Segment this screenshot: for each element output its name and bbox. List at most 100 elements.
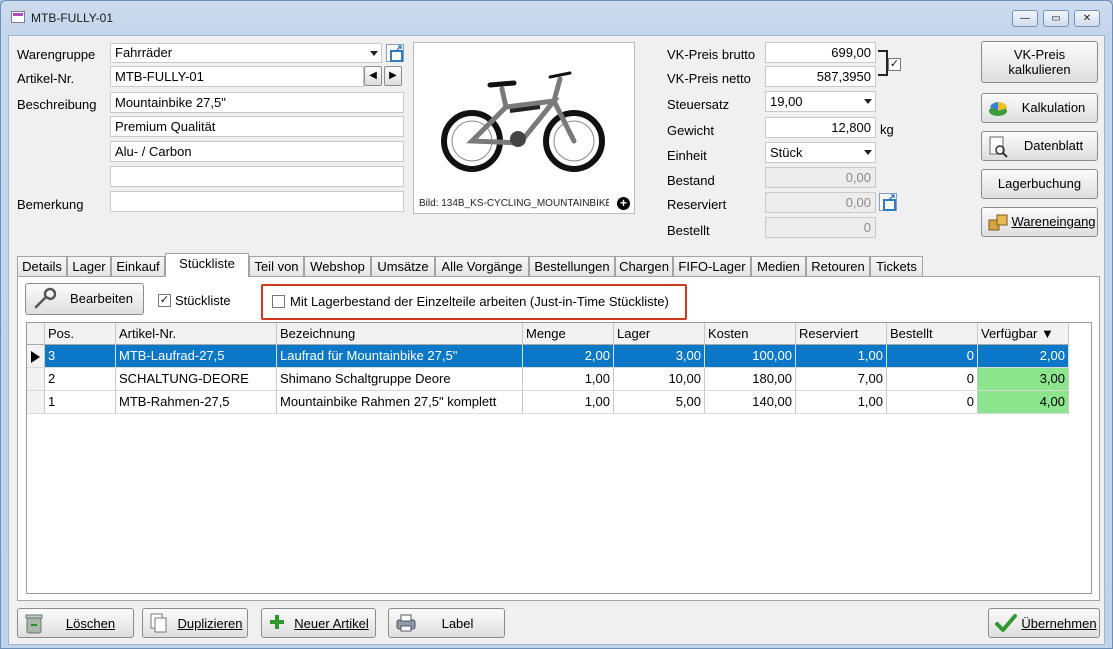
col-header-menge[interactable]: Menge — [523, 323, 614, 345]
cell-bestellt[interactable]: 0 — [887, 345, 978, 368]
cell-bestellt[interactable]: 0 — [887, 391, 978, 414]
cell-lager[interactable]: 5,00 — [614, 391, 705, 414]
col-header-artikelnr[interactable]: Artikel-Nr. — [116, 323, 277, 345]
beschreibung-line-3[interactable]: Alu- / Carbon — [110, 141, 404, 162]
trash-icon — [24, 613, 44, 638]
stueckliste-checkbox[interactable]: ✓ — [158, 294, 171, 307]
cell-verfuegbar[interactable]: 3,00 — [978, 368, 1069, 391]
add-image-icon[interactable]: + — [617, 197, 630, 210]
tab-einkauf[interactable]: Einkauf — [111, 256, 165, 276]
beschreibung-line-2[interactable]: Premium Qualität — [110, 116, 404, 137]
cell-pos[interactable]: 3 — [45, 345, 116, 368]
tab-medien[interactable]: Medien — [751, 256, 806, 276]
cell-artikelnr[interactable]: MTB-Laufrad-27,5 — [116, 345, 277, 368]
bike-image — [441, 71, 605, 172]
col-header-reserviert[interactable]: Reserviert — [796, 323, 887, 345]
cell-artikelnr[interactable]: SCHALTUNG-DEORE — [116, 368, 277, 391]
steuersatz-select[interactable]: 19,00 — [765, 91, 876, 112]
cell-reserviert[interactable]: 1,00 — [796, 391, 887, 414]
jit-checkbox[interactable] — [272, 295, 285, 308]
cell-artikelnr[interactable]: MTB-Rahmen-27,5 — [116, 391, 277, 414]
cell-bezeichnung[interactable]: Mountainbike Rahmen 27,5" komplett — [277, 391, 523, 414]
cell-bezeichnung[interactable]: Laufrad für Mountainbike 27,5" — [277, 345, 523, 368]
article-image-box[interactable]: Bild: 134B_KS-CYCLING_MOUNTAINBIKE + — [413, 42, 635, 214]
cell-bestellt[interactable]: 0 — [887, 368, 978, 391]
uebernehmen-button[interactable]: Übernehmen — [988, 608, 1100, 638]
cell-kosten[interactable]: 140,00 — [705, 391, 796, 414]
beschreibung-label: Beschreibung — [17, 97, 97, 112]
vk-netto-field[interactable]: 587,3950 — [765, 66, 876, 87]
tab-teil-von[interactable]: Teil von — [249, 256, 304, 276]
cell-verfuegbar[interactable]: 4,00 — [978, 391, 1069, 414]
cell-reserviert[interactable]: 7,00 — [796, 368, 887, 391]
cell-bezeichnung[interactable]: Shimano Schaltgruppe Deore — [277, 368, 523, 391]
wareneingang-button[interactable]: Wareneingang — [981, 207, 1098, 237]
loeschen-button[interactable]: Löschen — [17, 608, 134, 638]
datenblatt-button[interactable]: Datenblatt — [981, 131, 1098, 161]
checkmark-icon — [995, 613, 1017, 636]
col-header-bezeichnung[interactable]: Bezeichnung — [277, 323, 523, 345]
col-header-kosten[interactable]: Kosten — [705, 323, 796, 345]
artikelnr-field[interactable]: MTB-FULLY-01 — [110, 66, 364, 87]
col-header-lager[interactable]: Lager — [614, 323, 705, 345]
gewicht-unit: kg — [880, 122, 894, 137]
current-row-icon — [31, 351, 40, 363]
beschreibung-line-1[interactable]: Mountainbike 27,5" — [110, 92, 404, 113]
cell-menge[interactable]: 2,00 — [523, 345, 614, 368]
tab-retouren[interactable]: Retouren — [806, 256, 870, 276]
warengruppe-select[interactable]: Fahrräder — [110, 43, 382, 63]
client-area: Warengruppe Fahrräder Artikel-Nr. MTB-FU… — [8, 35, 1105, 645]
price-link-checkbox[interactable]: ✓ — [888, 58, 901, 71]
bemerkung-field[interactable] — [110, 191, 404, 212]
tab-umsaetze[interactable]: Umsätze — [371, 256, 435, 276]
gewicht-field[interactable]: 12,800 — [765, 117, 876, 138]
cell-lager[interactable]: 3,00 — [614, 345, 705, 368]
vk-brutto-field[interactable]: 699,00 — [765, 42, 876, 63]
cell-menge[interactable]: 1,00 — [523, 391, 614, 414]
cell-kosten[interactable]: 100,00 — [705, 345, 796, 368]
jit-checkbox-label: Mit Lagerbestand der Einzelteile arbeite… — [290, 294, 669, 309]
tab-tickets[interactable]: Tickets — [870, 256, 923, 276]
tab-stueckliste[interactable]: Stückliste — [165, 253, 249, 277]
col-header-verfuegbar[interactable]: Verfügbar ▼ — [978, 323, 1069, 345]
minimize-button[interactable]: — — [1012, 10, 1038, 27]
cell-pos[interactable]: 2 — [45, 368, 116, 391]
beschreibung-line-4[interactable] — [110, 166, 404, 187]
tab-chargen[interactable]: Chargen — [615, 256, 673, 276]
einheit-select[interactable]: Stück — [765, 142, 876, 163]
chevron-down-icon — [864, 150, 872, 155]
bearbeiten-button[interactable]: Bearbeiten — [25, 283, 144, 315]
title-bar: MTB-FULLY-01 — ▭ ✕ — [1, 1, 1112, 35]
duplizieren-button[interactable]: Duplizieren — [142, 608, 248, 638]
cell-reserviert[interactable]: 1,00 — [796, 345, 887, 368]
col-header-pos[interactable]: Pos. — [45, 323, 116, 345]
cell-menge[interactable]: 1,00 — [523, 368, 614, 391]
col-header-bestellt[interactable]: Bestellt — [887, 323, 978, 345]
open-warengruppe-icon[interactable] — [386, 42, 404, 62]
next-article-button[interactable]: ▶ — [384, 66, 402, 86]
artikelnr-label: Artikel-Nr. — [17, 71, 75, 86]
prev-article-button[interactable]: ◀ — [364, 66, 382, 86]
cell-pos[interactable]: 1 — [45, 391, 116, 414]
stueckliste-grid[interactable]: Pos. Artikel-Nr. Bezeichnung Menge Lager… — [26, 322, 1092, 594]
close-button[interactable]: ✕ — [1074, 10, 1100, 27]
cell-verfuegbar[interactable]: 2,00 — [978, 345, 1069, 368]
article-window: MTB-FULLY-01 — ▭ ✕ Warengruppe Fahrräder… — [0, 0, 1113, 649]
vk-preis-kalkulieren-button[interactable]: VK-Preis kalkulieren — [981, 41, 1098, 83]
cell-kosten[interactable]: 180,00 — [705, 368, 796, 391]
label-button[interactable]: Label — [388, 608, 505, 638]
tab-alle-vorgaenge[interactable]: Alle Vorgänge — [435, 256, 529, 276]
cell-lager[interactable]: 10,00 — [614, 368, 705, 391]
maximize-button[interactable]: ▭ — [1043, 10, 1069, 27]
plus-icon — [268, 613, 286, 634]
tab-fifo-lager[interactable]: FIFO-Lager — [673, 256, 751, 276]
open-reserviert-icon[interactable] — [879, 191, 897, 211]
tab-details[interactable]: Details — [17, 256, 67, 276]
tab-bestellungen[interactable]: Bestellungen — [529, 256, 615, 276]
lagerbuchung-button[interactable]: Lagerbuchung — [981, 169, 1098, 199]
tab-lager[interactable]: Lager — [67, 256, 111, 276]
kalkulation-button[interactable]: Kalkulation — [981, 93, 1098, 123]
tab-webshop[interactable]: Webshop — [304, 256, 371, 276]
bemerkung-label: Bemerkung — [17, 197, 84, 212]
neuer-artikel-button[interactable]: Neuer Artikel — [261, 608, 376, 638]
